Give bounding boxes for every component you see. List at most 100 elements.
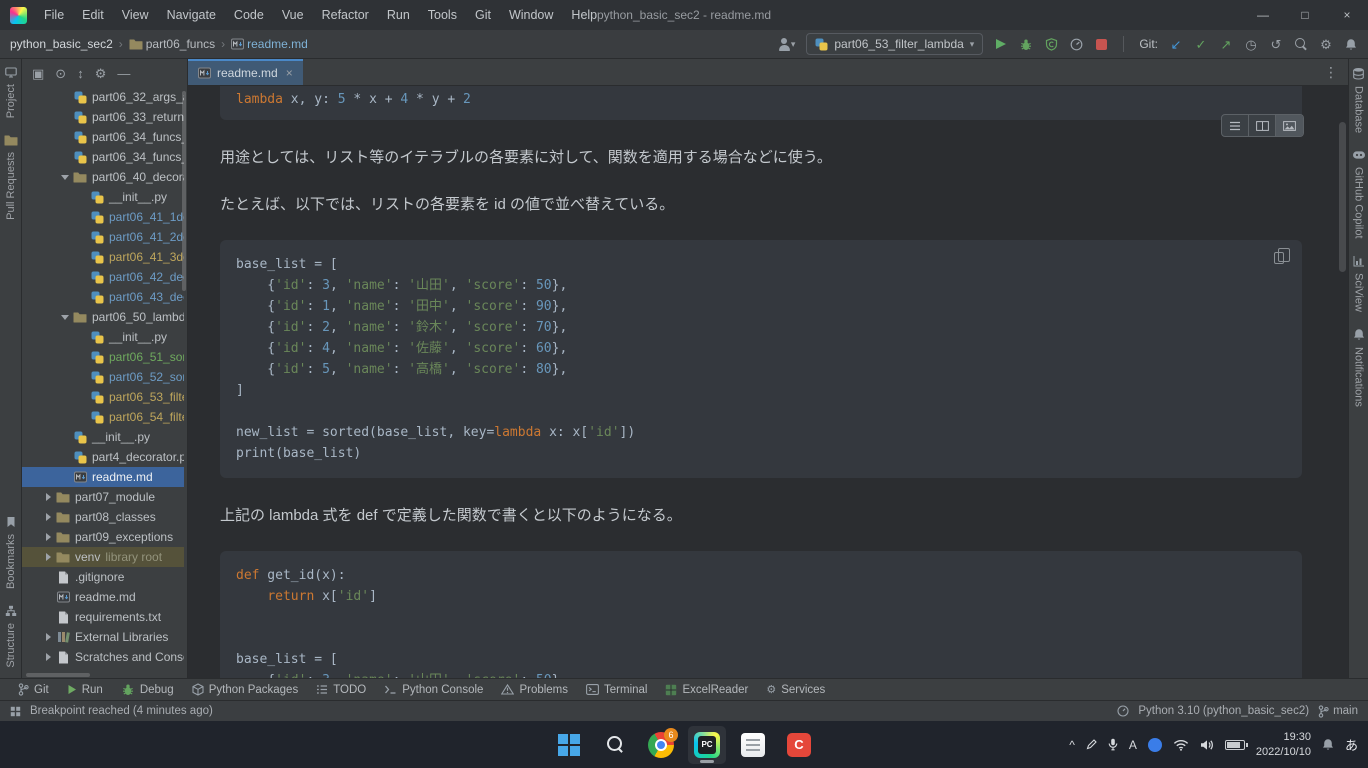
minimize-button[interactable]: —	[1242, 0, 1284, 30]
python-interpreter[interactable]: Python 3.10 (python_basic_sec2)	[1138, 705, 1309, 717]
run-button[interactable]	[994, 39, 1008, 49]
tool-window-excelreader[interactable]: ExcelReader	[657, 679, 756, 700]
taskbar-clock[interactable]: 19:30 2022/10/10	[1256, 730, 1311, 759]
tree-item-part06-52-sorted-no[interactable]: part06_52_sorted_no	[22, 367, 184, 387]
chevron-collapsed-icon[interactable]	[43, 532, 53, 542]
ime-mode-ja[interactable]: あ	[1345, 735, 1358, 754]
chevron-collapsed-icon[interactable]	[43, 652, 53, 662]
menu-vue[interactable]: Vue	[273, 0, 313, 30]
menu-edit[interactable]: Edit	[73, 0, 113, 30]
settings-button[interactable]: ⚙	[95, 67, 107, 80]
tool-button-github-copilot[interactable]: GitHub Copilot	[1352, 149, 1366, 239]
tray-chevron-icon[interactable]: ^	[1069, 738, 1075, 752]
editor-options-icon[interactable]: ⋮	[1314, 64, 1348, 81]
tree-item-part06-54-filter-non[interactable]: part06_54_filter_non	[22, 407, 184, 427]
tool-button-structure[interactable]: Structure	[5, 605, 17, 668]
menu-run[interactable]: Run	[378, 0, 419, 30]
maximize-button[interactable]: □	[1284, 0, 1326, 30]
tool-window-problems[interactable]: Problems	[493, 679, 576, 700]
tool-window-debug[interactable]: Debug	[113, 679, 182, 700]
tree-item-init-py[interactable]: __init__.py	[22, 187, 184, 207]
battery-icon[interactable]	[1225, 740, 1245, 750]
copy-code-button[interactable]	[1274, 252, 1284, 264]
menu-view[interactable]: View	[113, 0, 158, 30]
tool-window-terminal[interactable]: Terminal	[578, 679, 655, 700]
settings-button[interactable]: ⚙	[1319, 38, 1333, 51]
select-opened-file-button[interactable]: ⊙	[55, 67, 66, 80]
search-everywhere-button[interactable]	[1294, 38, 1308, 51]
tool-button-database[interactable]: Database	[1352, 67, 1365, 133]
pycharm-taskbar-icon[interactable]	[688, 726, 726, 764]
tree-item-part06-33-return-fu[interactable]: part06_33_return_fu	[22, 107, 184, 127]
mic-icon[interactable]	[1108, 738, 1118, 751]
chevron-expanded-icon[interactable]	[60, 312, 70, 322]
notepad-taskbar-icon[interactable]	[734, 726, 772, 764]
menu-tools[interactable]: Tools	[419, 0, 466, 30]
tree-item-init-py[interactable]: __init__.py	[22, 327, 184, 347]
git-commit-button[interactable]: ✓	[1194, 38, 1208, 51]
rollback-button[interactable]: ↺	[1269, 38, 1283, 51]
chevron-collapsed-icon[interactable]	[43, 512, 53, 522]
tree-item-init-py[interactable]: __init__.py	[22, 427, 184, 447]
tree-item-venv[interactable]: venvlibrary root	[22, 547, 184, 567]
tree-item-external-libraries[interactable]: External Libraries	[22, 627, 184, 647]
project-horizontal-scrollbar[interactable]	[26, 673, 90, 677]
notifications-button[interactable]	[1344, 38, 1358, 51]
tree-item-part09-exceptions[interactable]: part09_exceptions	[22, 527, 184, 547]
notification-bell-icon[interactable]	[1322, 738, 1334, 751]
chevron-collapsed-icon[interactable]	[43, 492, 53, 502]
user-avatar-icon[interactable]: ▾	[778, 38, 796, 51]
status-indicator-icon[interactable]	[1117, 705, 1129, 717]
start-button[interactable]	[550, 726, 588, 764]
expand-collapse-button[interactable]: ↕	[77, 67, 84, 80]
wifi-icon[interactable]	[1173, 739, 1189, 751]
tool-window-switcher-icon[interactable]	[10, 706, 21, 717]
tool-window-python-console[interactable]: Python Console	[376, 679, 491, 700]
tab-readme-md[interactable]: readme.md ×	[188, 59, 303, 85]
chevron-expanded-icon[interactable]	[60, 172, 70, 182]
pen-icon[interactable]	[1086, 739, 1097, 750]
git-push-button[interactable]: ↗	[1219, 38, 1233, 51]
red-app-taskbar-icon[interactable]: C	[780, 726, 818, 764]
tool-window-run[interactable]: Run	[59, 679, 111, 700]
chevron-collapsed-icon[interactable]	[43, 552, 53, 562]
tree-item-part06-34-funcs-in[interactable]: part06_34_funcs_in_	[22, 127, 184, 147]
tool-window-python-packages[interactable]: Python Packages	[184, 679, 307, 700]
taskbar-search-button[interactable]	[596, 726, 634, 764]
stop-button[interactable]	[1094, 39, 1108, 50]
chrome-taskbar-icon[interactable]: 6	[642, 726, 680, 764]
tree-item-part06-50-lambda[interactable]: part06_50_lambda	[22, 307, 184, 327]
tree-item-part06-53-filter-lam[interactable]: part06_53_filter_lam	[22, 387, 184, 407]
ime-mode-en[interactable]: A	[1129, 738, 1137, 752]
tool-button-project[interactable]: Project	[5, 67, 17, 118]
tool-button-notifications[interactable]: Notifications	[1353, 328, 1365, 407]
profiler-button[interactable]	[1069, 38, 1083, 51]
tool-window-todo[interactable]: TODO	[308, 679, 374, 700]
tree-item-part06-32-args-are-t[interactable]: part06_32_args_are_t	[22, 87, 184, 107]
view-options-button[interactable]: ▣	[32, 67, 44, 80]
menu-navigate[interactable]: Navigate	[158, 0, 225, 30]
show-editor-and-preview-button[interactable]	[1249, 115, 1276, 136]
tray-blue-app-icon[interactable]	[1148, 738, 1162, 752]
git-branch[interactable]: main	[1318, 705, 1358, 718]
tree-item-part4-decorator-py[interactable]: part4_decorator.py	[22, 447, 184, 467]
tool-button-pull-requests[interactable]: Pull Requests	[4, 134, 18, 220]
breadcrumb-readme-md[interactable]: readme.md	[231, 37, 308, 51]
git-update-button[interactable]: ↙	[1169, 38, 1183, 51]
show-editor-only-button[interactable]	[1222, 115, 1249, 136]
history-button[interactable]: ◷	[1244, 38, 1258, 51]
tree-item-part06-51-sorted-la[interactable]: part06_51_sorted_la	[22, 347, 184, 367]
debug-button[interactable]	[1019, 38, 1033, 51]
volume-icon[interactable]	[1200, 739, 1214, 751]
menu-refactor[interactable]: Refactor	[313, 0, 378, 30]
menu-file[interactable]: File	[35, 0, 73, 30]
tool-window-services[interactable]: ⚙Services	[758, 679, 833, 700]
menu-git[interactable]: Git	[466, 0, 500, 30]
close-button[interactable]: ×	[1326, 0, 1368, 30]
tree-item-part07-module[interactable]: part07_module	[22, 487, 184, 507]
hide-panel-button[interactable]: —	[117, 67, 130, 80]
tree-item-scratches-and-consoles[interactable]: Scratches and Consoles	[22, 647, 184, 667]
tree-item-part08-classes[interactable]: part08_classes	[22, 507, 184, 527]
chevron-collapsed-icon[interactable]	[43, 632, 53, 642]
tree-item-requirements-txt[interactable]: requirements.txt	[22, 607, 184, 627]
